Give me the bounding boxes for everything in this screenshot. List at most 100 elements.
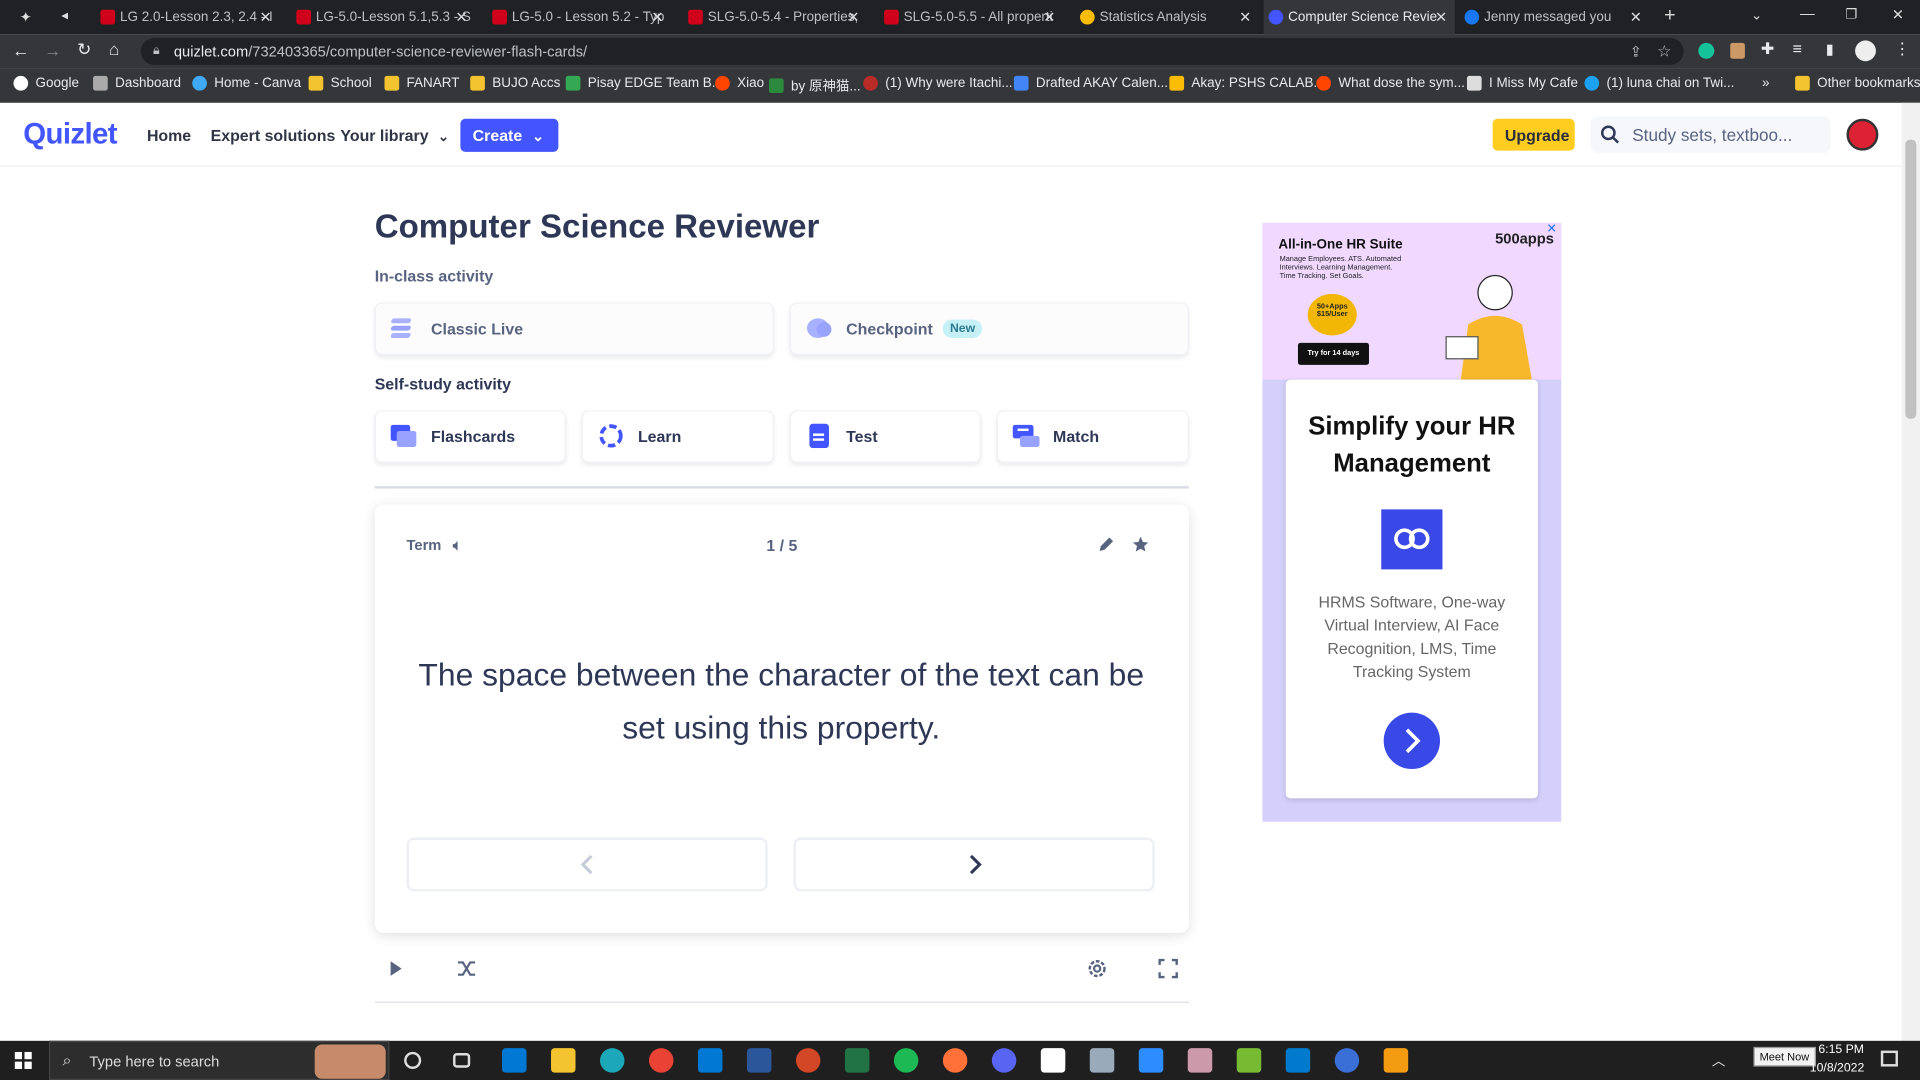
notification-icon[interactable] bbox=[1880, 1050, 1898, 1067]
user-avatar[interactable] bbox=[1846, 118, 1879, 151]
advertisement[interactable]: All-in-One HR Suite Manage Employees. AT… bbox=[1262, 222, 1562, 822]
bookmark-xiao[interactable]: Xiao bbox=[715, 75, 764, 91]
ad-trial-button[interactable]: Try for 14 days bbox=[1297, 342, 1369, 365]
close-icon[interactable]: ✕ bbox=[455, 9, 467, 26]
taskbar-search-input[interactable]: ⌕ Type here to search bbox=[48, 1040, 390, 1080]
ad-card[interactable]: Simplify your HR Management HRMS Softwar… bbox=[1285, 379, 1538, 799]
bookmark-akay-pshs[interactable]: Akay: PSHS CALAB... bbox=[1169, 75, 1325, 91]
tab-4[interactable]: SLG-5.0-5.4 - Properties, ✕ bbox=[683, 0, 867, 34]
store-icon[interactable] bbox=[502, 1048, 527, 1073]
mail-icon[interactable] bbox=[697, 1048, 723, 1073]
match-card[interactable]: Match bbox=[996, 410, 1189, 463]
word-icon[interactable] bbox=[746, 1048, 772, 1073]
close-icon[interactable]: ✕ bbox=[1435, 9, 1447, 26]
bookmark-genshin[interactable]: by 原神猫... bbox=[768, 76, 861, 96]
discord-icon[interactable] bbox=[991, 1048, 1017, 1073]
tab-6[interactable]: Statistics Analysis ✕ bbox=[1075, 0, 1259, 34]
bookmark-pisay[interactable]: Pisay EDGE Team B... bbox=[565, 75, 723, 91]
back-icon[interactable]: ← bbox=[12, 40, 29, 60]
close-icon[interactable]: ✕ bbox=[1630, 9, 1642, 26]
puzzle-icon[interactable]: ✚ bbox=[1761, 39, 1774, 59]
settings-gear-icon[interactable] bbox=[1086, 958, 1108, 980]
new-tab-icon[interactable]: + bbox=[1664, 5, 1675, 27]
close-window-icon[interactable]: ✕ bbox=[1892, 6, 1904, 23]
nav-your-library[interactable]: Your library ⌄ bbox=[340, 126, 449, 144]
search-input[interactable]: Study sets, textboo... bbox=[1590, 116, 1831, 154]
windows-start-icon[interactable] bbox=[14, 1051, 32, 1069]
tab-1[interactable]: LG 2.0-Lesson 2.3, 2.4 - I ✕ bbox=[96, 0, 280, 34]
other-bookmarks[interactable]: Other bookmarks bbox=[1795, 75, 1920, 91]
bookmark-symbol[interactable]: What dose the sym... bbox=[1316, 75, 1465, 91]
genshin-icon[interactable] bbox=[1089, 1048, 1115, 1073]
share-icon[interactable]: ⇪ bbox=[1630, 38, 1642, 65]
grammarly-icon[interactable] bbox=[1698, 42, 1715, 59]
chrome-icon[interactable] bbox=[648, 1048, 674, 1073]
tray-chevron-up-icon[interactable]: ︿ bbox=[1712, 1051, 1725, 1071]
flashcards-card[interactable]: Flashcards bbox=[374, 410, 566, 463]
test-card[interactable]: Test bbox=[789, 410, 981, 463]
edge-icon[interactable] bbox=[600, 1048, 625, 1073]
flashcard[interactable]: Term 🔈︎ 1 / 5 The space between the char… bbox=[374, 504, 1189, 934]
extension-icon[interactable]: ✦ bbox=[20, 9, 37, 26]
powerpoint-icon[interactable] bbox=[795, 1048, 821, 1073]
tab-list-chevron-icon[interactable]: ⌄ bbox=[1751, 7, 1762, 24]
nav-home[interactable]: Home bbox=[147, 126, 191, 144]
edit-pencil-icon[interactable] bbox=[1097, 536, 1114, 553]
close-icon[interactable]: ✕ bbox=[847, 9, 859, 26]
vpn-icon[interactable] bbox=[1334, 1048, 1360, 1073]
close-icon[interactable]: ✕ bbox=[651, 9, 663, 26]
next-card-button[interactable] bbox=[793, 837, 1155, 892]
zoom-icon[interactable] bbox=[1138, 1048, 1164, 1073]
upgrade-button[interactable]: Upgrade bbox=[1492, 118, 1575, 151]
tab-2[interactable]: LG-5.0-Lesson 5.1,5.3 - S ✕ bbox=[291, 0, 475, 34]
ad-close-icon[interactable]: ✕ bbox=[1547, 223, 1557, 236]
chart-app-icon[interactable] bbox=[1236, 1048, 1262, 1073]
profile-avatar[interactable] bbox=[1855, 40, 1876, 62]
bookmark-twitter[interactable]: (1) luna chai on Twi... bbox=[1584, 75, 1734, 91]
bookmark-dashboard[interactable]: Dashboard bbox=[93, 75, 181, 91]
bookmark-school[interactable]: School bbox=[308, 75, 372, 91]
page-scrollbar[interactable] bbox=[1901, 102, 1920, 1041]
tab-8[interactable]: Jenny messaged you ✕ bbox=[1460, 0, 1650, 34]
minimize-icon[interactable]: — bbox=[1800, 5, 1815, 22]
bookmark-bujo[interactable]: BUJO Accs bbox=[470, 75, 560, 91]
tab-3[interactable]: LG-5.0 - Lesson 5.2 - Typ ✕ bbox=[487, 0, 671, 34]
more-bookmarks-icon[interactable]: » bbox=[1762, 76, 1770, 91]
previous-card-button[interactable] bbox=[406, 837, 768, 892]
bookmark-google[interactable]: Google bbox=[13, 75, 79, 91]
scrollbar-thumb[interactable] bbox=[1905, 139, 1917, 419]
fullscreen-icon[interactable] bbox=[1158, 958, 1178, 979]
side-panel-icon[interactable]: ▮ bbox=[1826, 40, 1834, 57]
close-icon[interactable]: ✕ bbox=[260, 9, 272, 26]
bookmark-fanart[interactable]: FANART bbox=[384, 75, 459, 91]
bookmark-canva[interactable]: Home - Canva bbox=[192, 75, 301, 91]
quizlet-logo[interactable]: Quizlet bbox=[23, 118, 117, 152]
reading-list-icon[interactable]: ≡ bbox=[1793, 39, 1802, 57]
shuffle-icon[interactable] bbox=[457, 959, 477, 979]
clock-time[interactable]: 6:15 PM bbox=[1818, 1043, 1864, 1056]
task-view-icon[interactable] bbox=[453, 1053, 471, 1068]
tab-7-active[interactable]: Computer Science Revie ✕ bbox=[1263, 0, 1455, 35]
vscode-icon[interactable] bbox=[1285, 1048, 1311, 1073]
bookmark-akay-calendar[interactable]: Drafted AKAY Calen... bbox=[1013, 75, 1168, 91]
home-icon[interactable]: ⌂ bbox=[109, 39, 119, 59]
menu-icon[interactable]: ⋮ bbox=[1894, 39, 1910, 59]
play-icon[interactable] bbox=[387, 960, 404, 977]
reload-icon[interactable]: ↻ bbox=[77, 39, 91, 60]
nav-expert-solutions[interactable]: Expert solutions bbox=[211, 126, 336, 144]
close-icon[interactable]: ✕ bbox=[1043, 9, 1055, 26]
tab-5[interactable]: SLG-5.0-5.5 - All properti ✕ bbox=[879, 0, 1063, 34]
notion-icon[interactable] bbox=[1040, 1048, 1066, 1073]
spotify-icon[interactable] bbox=[893, 1048, 919, 1073]
paint-icon[interactable] bbox=[1187, 1048, 1213, 1073]
classic-live-card[interactable]: Classic Live bbox=[374, 302, 774, 356]
bookmark-star-icon[interactable]: ☆ bbox=[1657, 38, 1671, 65]
checkpoint-card[interactable]: Checkpoint New bbox=[789, 302, 1189, 356]
firefox-icon[interactable] bbox=[942, 1048, 968, 1073]
tab-search-back-icon[interactable]: ◂ bbox=[61, 7, 68, 24]
ad-go-button[interactable] bbox=[1383, 712, 1441, 769]
restore-icon[interactable]: ❐ bbox=[1845, 6, 1857, 22]
clock-date[interactable]: 10/8/2022 bbox=[1810, 1062, 1864, 1075]
star-icon[interactable] bbox=[1131, 535, 1149, 553]
excel-icon[interactable] bbox=[844, 1048, 870, 1073]
